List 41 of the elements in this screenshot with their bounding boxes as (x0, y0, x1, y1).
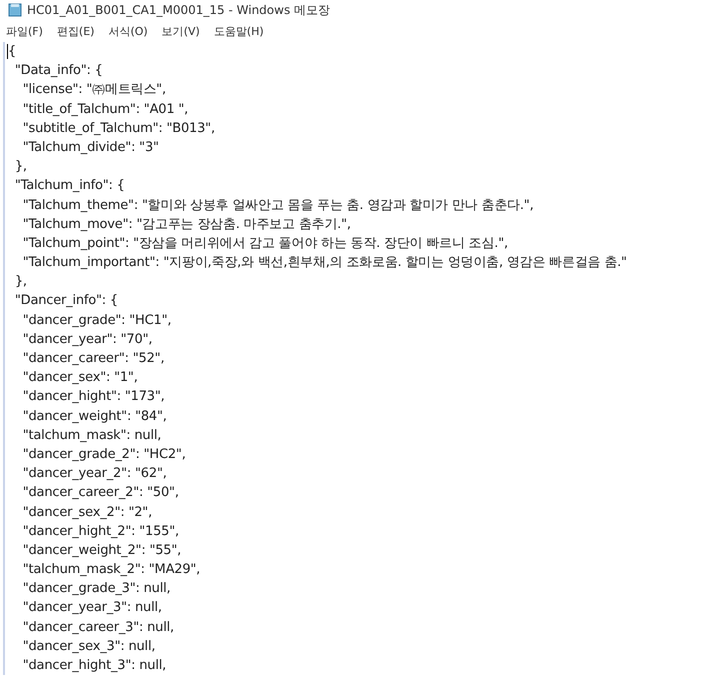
text-line: "license": "㈜메트릭스", (22, 81, 166, 100)
text-line: "Talchum_divide": "3" (22, 138, 159, 157)
text-line: "Talchum_move": "감고푸는 장삼춤. 마주보고 춤추기.", (22, 216, 351, 234)
text-line: "talchum_mask_2": "MA29", (22, 561, 200, 580)
text-line: "dancer_weight": "84", (22, 408, 167, 426)
text-line: }, (14, 158, 27, 176)
text-line: "dancer_career_2": "50", (22, 484, 179, 502)
text-line: "Talchum_important": "지팡이,죽장,와 백선,흰부채,의 조화로움. 할미는 엉덩이춤, 영감은 빠른걸음 춤." (22, 254, 627, 272)
text-line: "dancer_grade_2": "HC2", (22, 446, 186, 464)
text-line: "dancer_career": "52", (22, 350, 164, 368)
menu-item[interactable]: 편집(E) (56, 24, 96, 38)
text-line: "Dancer_info": { (14, 292, 118, 310)
menu-item[interactable]: 도움말(H) (212, 24, 265, 38)
text-line: "dancer_hight_3": null, (22, 657, 166, 675)
text-line: "dancer_career_3": null, (22, 618, 174, 637)
text-line: "title_of_Talchum": "A01 ", (22, 100, 188, 119)
text-line: "Talchum_info": { (14, 177, 125, 196)
text-line: "dancer_grade": "HC1", (22, 312, 172, 330)
text-line: "Data_info": { (14, 62, 103, 80)
menu-item[interactable]: 서식(O) (107, 24, 149, 38)
window-title: HC01_A01_B001_CA1_M0001_15 - Windows 메모장 (27, 2, 330, 18)
menu-item[interactable]: 보기(V) (160, 24, 201, 38)
text-line: "dancer_sex_3": null, (22, 638, 156, 656)
text-line: { (8, 43, 16, 61)
text-line: "dancer_year": "70", (22, 330, 152, 349)
text-line: "Talchum_point": "장삼을 머리위에서 감고 풀어야 하는 동작. 장단이 빠르니 조심.", (22, 234, 508, 253)
text-line: "talchum_mask": null, (22, 426, 162, 445)
text-line: "subtitle_of_Talchum": "B013", (22, 120, 215, 138)
text-line: "dancer_weight_2": "55", (22, 542, 182, 560)
text-line: "dancer_year_3": null, (22, 599, 162, 618)
notepad-icon (8, 3, 22, 17)
text-line: }, (14, 273, 27, 292)
text-line: "dancer_sex": "1", (22, 369, 138, 388)
menu-item[interactable]: 파일(F) (5, 24, 44, 38)
text-line: "dancer_hight": "173", (22, 388, 165, 406)
text-line: "Talchum_theme": "할미와 상봉후 얼싸안고 몸을 푸는 춤. 영감과 할미가 만나 춤춘다.", (22, 196, 534, 214)
text-line: "dancer_year_2": "62", (22, 465, 167, 484)
text-line: "dancer_hight_2": "155", (22, 522, 179, 541)
text-line: "dancer_sex_2": "2", (22, 504, 152, 522)
text-cursor (7, 44, 8, 60)
text-line: "dancer_grade_3": null, (22, 580, 170, 598)
